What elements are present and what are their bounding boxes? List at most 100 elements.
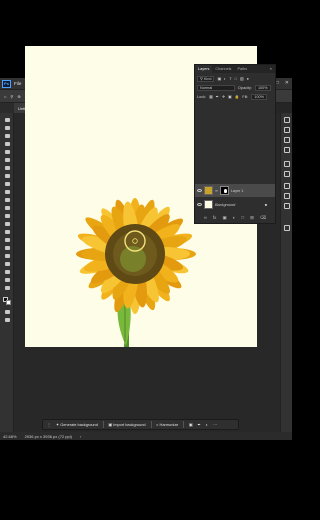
tools-panel [0,113,14,433]
paths-icon[interactable] [284,203,290,209]
brush-tool-icon[interactable] [3,181,11,187]
color-swatches[interactable] [3,297,11,305]
quick-mask-icon[interactable] [3,309,11,315]
clone-stamp-tool-icon[interactable] [3,189,11,195]
new-layer-icon[interactable]: ⊞ [250,215,254,221]
filter-smart-icon[interactable]: ▧ [240,76,244,81]
link-icon: ∞ [215,188,218,193]
history-brush-tool-icon[interactable] [3,197,11,203]
path-selection-tool-icon[interactable] [3,253,11,259]
maximize-icon[interactable]: □ [276,80,279,86]
zoom-tool-icon[interactable]: ⚲ [10,94,13,99]
opacity-input[interactable]: 100% [254,84,271,91]
invert-icon[interactable]: ◐ [206,422,208,427]
dodge-tool-icon[interactable] [3,229,11,235]
more-options-icon[interactable]: ⋯ [213,422,217,427]
drag-handle-icon[interactable]: ⋮ [47,422,51,427]
add-mask-icon[interactable]: ▣ [222,215,226,221]
object-selection-tool-icon[interactable] [3,141,11,147]
eraser-tool-icon[interactable] [3,205,11,211]
home-icon[interactable]: ⌂ [4,94,6,99]
mask-icon[interactable]: ▣ [189,422,193,427]
lock-all-icon[interactable]: 🔒 [235,94,240,99]
link-layers-icon[interactable]: ∞ [204,215,207,221]
menu-file[interactable]: File [14,81,21,86]
filter-toggle-icon[interactable]: ● [247,77,249,81]
document-size: 2936 px x 3936 px (72 ppi) [24,433,72,439]
type-tool-icon[interactable] [3,245,11,251]
close-icon[interactable]: ✕ [285,80,289,86]
zoom-tool-sidebar-icon[interactable] [3,277,11,283]
lock-label: Lock: [197,94,207,99]
channels-icon[interactable] [284,193,290,199]
visibility-eye-icon[interactable] [197,203,202,206]
rectangle-tool-icon[interactable] [3,261,11,267]
swatches-icon[interactable] [284,225,290,231]
healing-brush-tool-icon[interactable] [3,173,11,179]
status-arrow-icon[interactable]: › [80,434,81,439]
kind-select[interactable]: ⚲ Kind [197,75,215,82]
right-panel-strip [280,113,292,433]
gradient-tool-icon[interactable] [3,213,11,219]
layer-thumbnail [204,200,213,209]
properties-icon[interactable] [284,127,290,133]
trash-icon[interactable]: ⌫ [260,215,266,221]
import-background-label: Import background [113,422,146,427]
generate-background-label: Generate background [60,422,98,427]
zoom-in-icon[interactable]: ⊕ [17,94,20,99]
layers-panel: Layers Channels Paths ≡ ⚲ Kind ▣ ◐ T □ ▧… [194,64,276,224]
layer-name[interactable]: Layer 1 [231,189,244,193]
fill-input[interactable]: 100% [251,93,267,100]
layers-icon[interactable] [284,183,290,189]
filter-type-icon[interactable]: T [229,77,231,81]
blend-mode-select[interactable]: Normal [197,84,235,91]
fx-icon[interactable]: fx [213,215,217,221]
filter-shape-icon[interactable]: □ [235,77,237,81]
zoom-level[interactable]: 42.68% [3,434,17,439]
more-tools-icon[interactable] [3,285,11,291]
tab-channels[interactable]: Channels [212,67,234,71]
tab-layers[interactable]: Layers [195,65,213,73]
lasso-tool-icon[interactable] [3,133,11,139]
new-group-icon[interactable]: □ [241,215,244,221]
character-icon[interactable] [284,161,290,167]
lock-move-icon[interactable]: ✛ [222,94,225,99]
filter-pixel-icon[interactable]: ▣ [217,76,221,81]
adjustments-icon[interactable] [284,137,290,143]
screen-mode-icon[interactable] [3,317,11,323]
layer-mask-thumbnail[interactable] [219,186,229,195]
crop-tool-icon[interactable] [3,149,11,155]
opacity-label: Opacity: [238,85,252,90]
tab-paths[interactable]: Paths [234,67,250,71]
libraries-icon[interactable] [284,147,290,153]
layer-filter-row: ⚲ Kind ▣ ◐ T □ ▧ ● [197,75,273,82]
blend-row: Normal Opacity: 100% [197,84,273,91]
marquee-tool-icon[interactable] [3,125,11,131]
paragraph-icon[interactable] [284,171,290,177]
lock-paint-icon[interactable]: ✒ [216,94,219,99]
brush-icon[interactable]: ✒ [198,422,201,427]
blur-tool-icon[interactable] [3,221,11,227]
lock-artboard-icon[interactable]: ▣ [228,94,232,99]
lock-row: Lock: ▦ ✒ ✛ ▣ 🔒 Fill: 100% [197,93,273,100]
layers-panel-footer: ∞ fx ▣ ◐ □ ⊞ ⌫ [195,215,275,221]
import-background-button[interactable]: ▣ Import background [108,422,145,427]
layer-row-layer-1[interactable]: ∞ Layer 1 [195,184,275,197]
lock-pixels-icon[interactable]: ▦ [209,94,213,99]
panel-menu-icon[interactable]: ≡ [270,67,275,71]
pen-tool-icon[interactable] [3,237,11,243]
visibility-eye-icon[interactable] [197,189,202,192]
generate-background-button[interactable]: ✦ Generate background [56,422,98,427]
layer-row-background[interactable]: Background ■ [195,198,275,211]
layer-name[interactable]: Background [215,203,235,207]
hand-tool-icon[interactable] [3,269,11,275]
eyedropper-tool-icon[interactable] [3,165,11,171]
filter-adjust-icon[interactable]: ◐ [224,77,226,81]
adjustment-layer-icon[interactable]: ◐ [233,215,236,221]
frame-tool-icon[interactable] [3,157,11,163]
move-tool-icon[interactable] [3,117,11,123]
status-bar: 42.68% 2936 px x 3936 px (72 ppi) › [0,432,292,440]
history-icon[interactable] [284,117,290,123]
photoshop-logo: Ps [2,79,11,88]
harmonize-button[interactable]: ◐ Harmonize [156,422,178,427]
